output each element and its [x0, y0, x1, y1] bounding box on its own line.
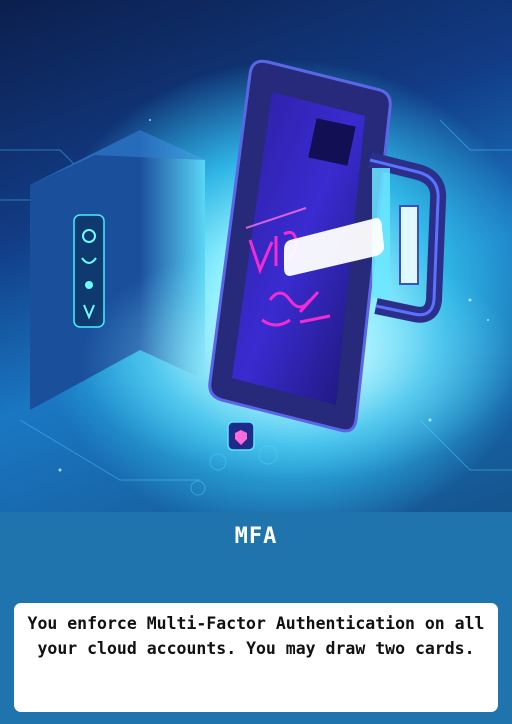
- game-card[interactable]: MFA You enforce Multi-Factor Authenticat…: [0, 0, 512, 724]
- card-description: You enforce Multi-Factor Authentication …: [27, 614, 485, 658]
- mfa-phone-illustration: [0, 59, 512, 496]
- card-description-box: You enforce Multi-Factor Authentication …: [14, 603, 498, 712]
- card-illustration: [0, 0, 512, 512]
- shield-badge-icon: [227, 421, 255, 451]
- card-title: MFA: [234, 524, 278, 549]
